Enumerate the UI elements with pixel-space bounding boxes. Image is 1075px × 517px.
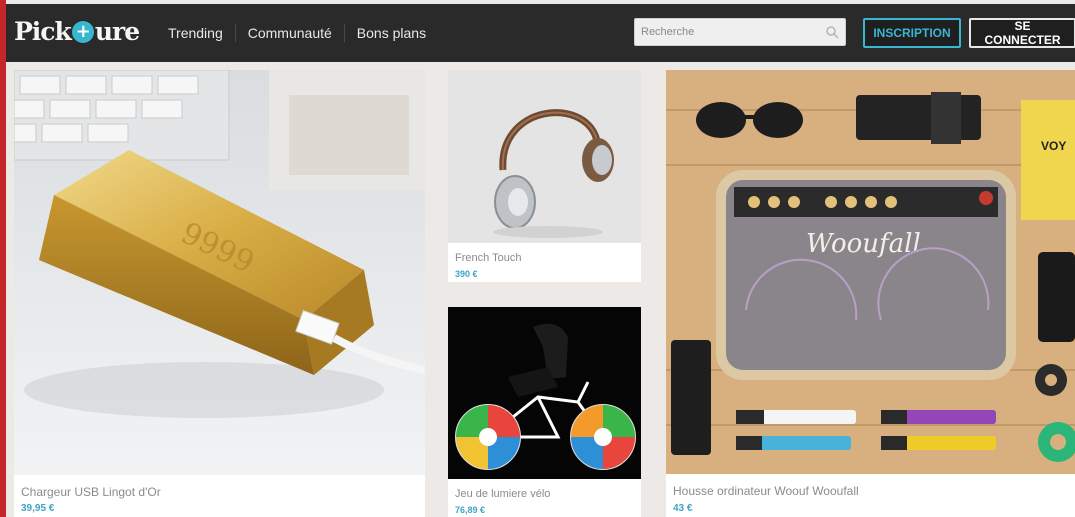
left-accent-strip — [0, 0, 6, 517]
product-price: 39,95 € — [21, 503, 55, 514]
logo-plus-icon: + — [71, 21, 94, 43]
search-box — [634, 18, 846, 46]
search-icon[interactable] — [825, 25, 839, 39]
sleeve-brand-text: Wooufall — [806, 229, 921, 259]
search-input[interactable] — [635, 19, 827, 45]
top-navbar: Pick + ure Trending Communauté Bons plans … — [6, 4, 1075, 62]
main-nav: Trending Communauté Bons plans — [156, 24, 438, 42]
product-card-gold-bar[interactable]: 9999 Chargeur USB Lingot d'Or 39,95 € — [14, 70, 425, 517]
product-title[interactable]: French Touch — [455, 252, 521, 264]
logo-text-start: Pick — [14, 16, 72, 46]
product-price: 43 € — [673, 503, 693, 514]
product-image-gold-bar[interactable]: 9999 — [14, 70, 425, 475]
nav-item-trending[interactable]: Trending — [156, 24, 236, 42]
product-card-bike-lights[interactable]: Jeu de lumiere vélo 76,89 € — [448, 307, 641, 517]
nav-item-communaute[interactable]: Communauté — [236, 24, 345, 42]
product-title[interactable]: Housse ordinateur Woouf Wooufall — [673, 484, 859, 498]
product-image-laptop-sleeve[interactable]: VOY Wooufall — [666, 70, 1075, 474]
product-title[interactable]: Jeu de lumiere vélo — [455, 488, 550, 500]
product-card-laptop-sleeve[interactable]: VOY Wooufall Housse ordinateur Woouf Woo… — [666, 70, 1075, 517]
product-title[interactable]: Chargeur USB Lingot d'Or — [21, 485, 161, 499]
register-button[interactable]: INSCRIPTION — [863, 18, 961, 48]
product-price: 390 € — [455, 269, 478, 279]
logo[interactable]: Pick + ure — [14, 14, 140, 48]
product-image-headphones[interactable] — [448, 70, 641, 243]
product-price: 76,89 € — [455, 505, 486, 515]
login-button[interactable]: SE CONNECTER — [969, 18, 1075, 48]
nav-item-bons-plans[interactable]: Bons plans — [345, 24, 438, 42]
product-card-headphones[interactable]: French Touch 390 € — [448, 70, 641, 282]
product-image-bike-lights[interactable] — [448, 307, 641, 479]
logo-text-end: ure — [94, 16, 140, 46]
book-spine-text: VOY — [1041, 139, 1066, 153]
